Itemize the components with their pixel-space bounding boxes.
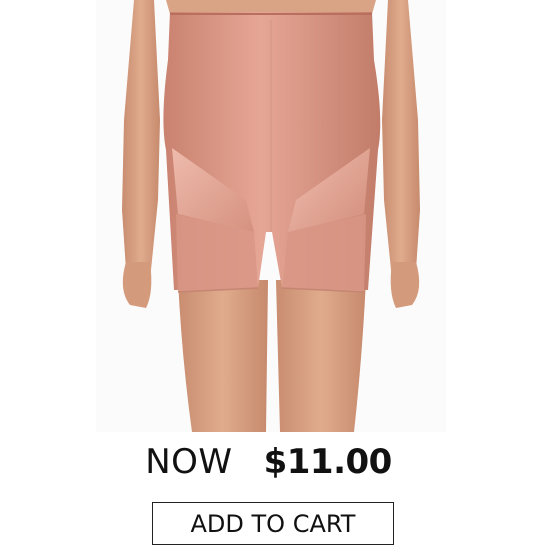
price-value: $11.00 bbox=[263, 442, 393, 482]
add-to-cart-button[interactable]: ADD TO CART bbox=[152, 502, 394, 545]
price-prefix: NOW bbox=[145, 442, 233, 482]
product-image[interactable] bbox=[96, 0, 446, 432]
product-card: NOW $11.00 ADD TO CART bbox=[0, 0, 537, 549]
price-row: NOW $11.00 bbox=[0, 436, 537, 488]
shapewear-illustration bbox=[122, 0, 420, 432]
